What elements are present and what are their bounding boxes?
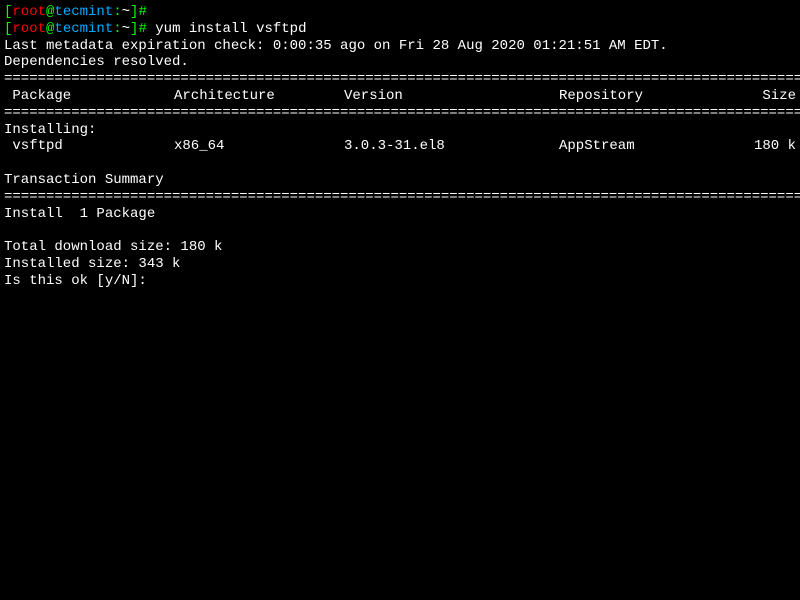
command-text: yum install vsftpd xyxy=(147,21,307,37)
metadata-check-line: Last metadata expiration check: 0:00:35 … xyxy=(4,38,796,55)
prompt-path: ~ xyxy=(122,4,130,20)
package-size: 180 k xyxy=(754,138,796,155)
prompt-colon: : xyxy=(113,21,121,37)
installed-size-line: Installed size: 343 k xyxy=(4,256,796,273)
prompt-colon: : xyxy=(113,4,121,20)
header-version: Version xyxy=(344,88,559,105)
dependencies-resolved-line: Dependencies resolved. xyxy=(4,54,796,71)
header-architecture: Architecture xyxy=(174,88,344,105)
divider-summary: ========================================… xyxy=(4,189,796,206)
header-size: Size xyxy=(762,88,796,105)
package-arch: x86_64 xyxy=(174,138,344,155)
blank-line-2 xyxy=(4,222,796,239)
prompt-user: root xyxy=(12,21,46,37)
package-row: vsftpd x86_64 3.0.3-31.el8 AppStream 180… xyxy=(4,138,796,155)
prompt-path: ~ xyxy=(122,21,130,37)
divider-header: ========================================… xyxy=(4,105,796,122)
prompt-host: tecmint xyxy=(54,21,113,37)
prompt-hash: # xyxy=(138,4,146,20)
confirm-prompt-line[interactable]: Is this ok [y/N]: xyxy=(4,273,796,290)
header-package: Package xyxy=(4,88,174,105)
download-size-line: Total download size: 180 k xyxy=(4,239,796,256)
prompt-host: tecmint xyxy=(54,4,113,20)
install-count-line: Install 1 Package xyxy=(4,206,796,223)
prompt-hash: # xyxy=(138,21,146,37)
prompt-user: root xyxy=(12,4,46,20)
package-repo: AppStream xyxy=(559,138,754,155)
package-version: 3.0.3-31.el8 xyxy=(344,138,559,155)
prompt-line-2: [root@tecmint:~]# yum install vsftpd xyxy=(4,21,796,38)
transaction-summary-label: Transaction Summary xyxy=(4,172,796,189)
header-repository: Repository xyxy=(559,88,762,105)
package-name: vsftpd xyxy=(4,138,174,155)
confirm-prompt-text: Is this ok [y/N]: xyxy=(4,273,155,289)
installing-label: Installing: xyxy=(4,122,796,139)
table-header-row: Package Architecture Version Repository … xyxy=(4,88,796,105)
blank-line xyxy=(4,155,796,172)
prompt-line-1: [root@tecmint:~]# xyxy=(4,4,796,21)
divider-top: ========================================… xyxy=(4,71,796,88)
